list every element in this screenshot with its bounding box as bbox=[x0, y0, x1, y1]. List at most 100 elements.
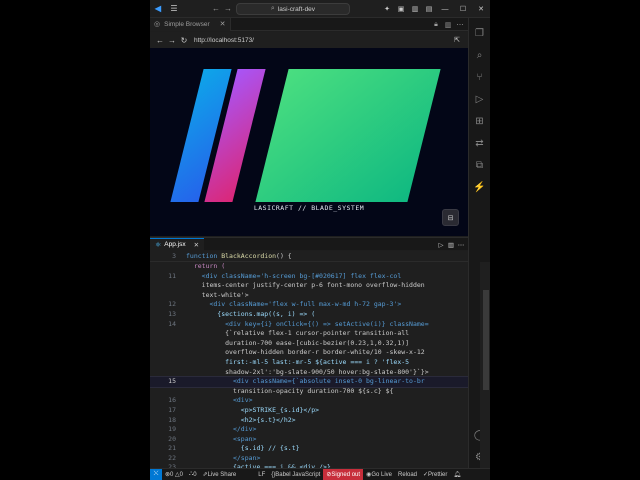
copilot-icon[interactable]: ✦ bbox=[380, 5, 394, 13]
extensions-icon[interactable]: ⊞ bbox=[469, 110, 491, 132]
globe-icon: ◎ bbox=[154, 21, 161, 28]
remote-explorer-icon[interactable]: ⇄ bbox=[469, 132, 491, 154]
tab-app-jsx[interactable]: ⚛ App.jsx ✕ bbox=[150, 237, 205, 251]
code-line[interactable]: items-center justify-center p-6 font-mon… bbox=[150, 281, 468, 291]
browser-tab-bar: ◎ Simple Browser ✕ 🔒︎ ▥ ⋯ bbox=[150, 17, 468, 31]
lock-icon[interactable]: 🔒︎ bbox=[430, 21, 442, 29]
tab-simple-browser[interactable]: ◎ Simple Browser ✕ bbox=[150, 17, 231, 31]
code-text: <h2>{s.t}</h2> bbox=[186, 415, 296, 424]
code-line[interactable]: 22 </span> bbox=[150, 454, 468, 464]
code-text: first:-ml-5 last:-mr-5 ${active === i ? … bbox=[186, 357, 410, 366]
code-text: {s.id} // {s.t} bbox=[186, 444, 300, 453]
code-text: overflow-hidden border-r border-white/10… bbox=[186, 348, 425, 357]
lightning-icon[interactable]: ⚡ bbox=[469, 176, 491, 198]
line-number: 17 bbox=[168, 405, 176, 414]
forward-icon[interactable]: → bbox=[222, 4, 234, 13]
live-share-button[interactable]: ⇗ Live Share bbox=[200, 469, 240, 480]
line-number: 16 bbox=[168, 396, 176, 405]
scrollbar-thumb[interactable] bbox=[483, 290, 489, 390]
line-number: 13 bbox=[168, 309, 176, 318]
code-text: <div className='flex w-full max-w-md h-7… bbox=[186, 300, 402, 309]
sticky-scroll[interactable]: 3 function BlackAccordion() { bbox=[150, 251, 468, 262]
reload-button[interactable]: Reload bbox=[395, 469, 420, 480]
code-line[interactable]: transition-opacity duration-700 ${s.c} $… bbox=[150, 387, 468, 397]
code-line[interactable]: 20 <span> bbox=[150, 435, 468, 445]
language-mode[interactable]: {} Babel JavaScript bbox=[268, 469, 323, 480]
line-number: 15 bbox=[168, 377, 176, 386]
code-line[interactable]: 11 <div className='h-screen bg-[#020617]… bbox=[150, 272, 468, 282]
code-text: <p>STRIKE_{s.id}</p> bbox=[186, 405, 320, 414]
code-line[interactable]: 12 <div className='flex w-full max-w-md … bbox=[150, 300, 468, 310]
split-editor-icon[interactable]: ▥ bbox=[442, 21, 454, 29]
brand-label: LASICRAFT // BLADE_SYSTEM bbox=[253, 204, 365, 212]
open-external-icon[interactable]: ⇱ bbox=[454, 36, 460, 44]
explorer-icon[interactable]: ❐ bbox=[469, 22, 491, 44]
source-control-icon[interactable]: ⑂ bbox=[469, 66, 491, 88]
line-number: 21 bbox=[168, 444, 176, 453]
code-text: </div> bbox=[186, 425, 257, 434]
go-live-button[interactable]: ◉ Go Live bbox=[363, 469, 395, 480]
code-text: {sections.map((s, i) => ( bbox=[186, 309, 316, 318]
prettier-indicator[interactable]: ✓ Prettier bbox=[420, 469, 450, 480]
notifications-icon[interactable]: 🔔︎ bbox=[450, 469, 464, 480]
panel-toggle-icon[interactable]: ▤ bbox=[422, 5, 436, 13]
close-icon[interactable]: ✕ bbox=[472, 5, 490, 13]
more-actions-icon[interactable]: ⋯ bbox=[456, 241, 466, 249]
forward-icon[interactable]: → bbox=[166, 36, 178, 45]
code-line[interactable]: duration-700 ease-[cubic-bezier(0.23,1,0… bbox=[150, 339, 468, 349]
minimize-icon[interactable]: — bbox=[436, 6, 454, 13]
code-line[interactable]: 15 <div className={`absolute inset-0 bg-… bbox=[150, 376, 468, 388]
menu-icon[interactable]: ☰ bbox=[166, 0, 182, 18]
code-line[interactable]: 17 <p>STRIKE_{s.id}</p> bbox=[150, 406, 468, 416]
command-center-search[interactable]: ⌕ lasi-craft-dev bbox=[236, 3, 350, 15]
code-line[interactable]: first:-ml-5 last:-mr-5 ${active === i ? … bbox=[150, 358, 468, 368]
code-text: <div className={`absolute inset-0 bg-lin… bbox=[186, 377, 425, 386]
run-debug-icon[interactable]: ▷ bbox=[469, 88, 491, 110]
layout-icon[interactable]: ▣ bbox=[394, 5, 408, 13]
remote-indicator-icon[interactable]: ⤬ bbox=[150, 468, 162, 480]
code-text: <div> bbox=[186, 396, 253, 405]
code-text: shadow-2xl':'bg-slate-900/50 hover:bg-sl… bbox=[186, 367, 429, 376]
code-line[interactable]: 19 </div> bbox=[150, 425, 468, 435]
maximize-icon[interactable]: ☐ bbox=[454, 5, 472, 13]
code-line[interactable]: 13 {sections.map((s, i) => ( bbox=[150, 310, 468, 320]
code-line[interactable]: overflow-hidden border-r border-white/10… bbox=[150, 348, 468, 358]
signed-out-indicator[interactable]: ⊘ Signed out bbox=[323, 468, 364, 480]
code-line[interactable]: {`relative flex-1 cursor-pointer transit… bbox=[150, 329, 468, 339]
code-text: duration-700 ease-[cubic-bezier(0.23,1,0… bbox=[186, 338, 410, 347]
browser-nav-bar: ← → ↻ http://localhost:5173/ ⇱ bbox=[150, 32, 468, 48]
inspect-button[interactable]: ⊟ bbox=[442, 209, 459, 226]
code-line[interactable]: 18 <h2>{s.t}</h2> bbox=[150, 416, 468, 426]
code-line[interactable]: return ( bbox=[150, 262, 468, 272]
code-text: return ( bbox=[186, 262, 226, 270]
code-editor[interactable]: return ( 11 <div className='h-screen bg-[… bbox=[150, 262, 468, 468]
split-editor-icon[interactable]: ▥ bbox=[446, 241, 456, 249]
code-text: text-white'> bbox=[186, 290, 249, 299]
code-text: {`relative flex-1 cursor-pointer transit… bbox=[186, 329, 410, 338]
code-line[interactable]: 16 <div> bbox=[150, 396, 468, 406]
blade-3[interactable] bbox=[255, 69, 441, 202]
containers-icon[interactable]: ⧉ bbox=[469, 154, 491, 176]
line-number: 18 bbox=[168, 415, 176, 424]
ports-indicator[interactable]: ⛬ 0 bbox=[186, 469, 200, 480]
url-field[interactable]: http://localhost:5173/ bbox=[194, 37, 254, 44]
back-icon[interactable]: ← bbox=[154, 36, 166, 45]
code-line[interactable]: 21 {s.id} // {s.t} bbox=[150, 444, 468, 454]
search-icon[interactable]: ⌕ bbox=[469, 44, 491, 66]
problems-indicator[interactable]: ⊗ 0 △ 0 bbox=[162, 469, 186, 480]
window-controls: ✦ ▣ ▥ ▤ — ☐ ✕ bbox=[380, 0, 490, 18]
line-number: 19 bbox=[168, 425, 176, 434]
more-actions-icon[interactable]: ⋯ bbox=[454, 21, 466, 29]
code-line[interactable]: 14 <div key={i} onClick={() => setActive… bbox=[150, 320, 468, 330]
code-line[interactable]: shadow-2xl':'bg-slate-900/50 hover:bg-sl… bbox=[150, 368, 468, 378]
close-icon[interactable]: ✕ bbox=[220, 20, 226, 28]
code-line[interactable]: text-white'> bbox=[150, 291, 468, 301]
search-icon: ⌕ bbox=[270, 5, 275, 12]
split-editor-icon[interactable]: ▥ bbox=[408, 5, 422, 13]
reload-icon[interactable]: ↻ bbox=[178, 36, 190, 45]
back-icon[interactable]: ← bbox=[210, 4, 222, 13]
close-icon[interactable]: ✕ bbox=[194, 241, 199, 249]
eol-indicator[interactable]: LF bbox=[255, 469, 268, 480]
run-icon[interactable]: ▷ bbox=[436, 241, 446, 249]
status-bar: ⤬ ⊗ 0 △ 0 ⛬ 0 ⇗ Live Share LF {} Babel J… bbox=[150, 468, 490, 480]
